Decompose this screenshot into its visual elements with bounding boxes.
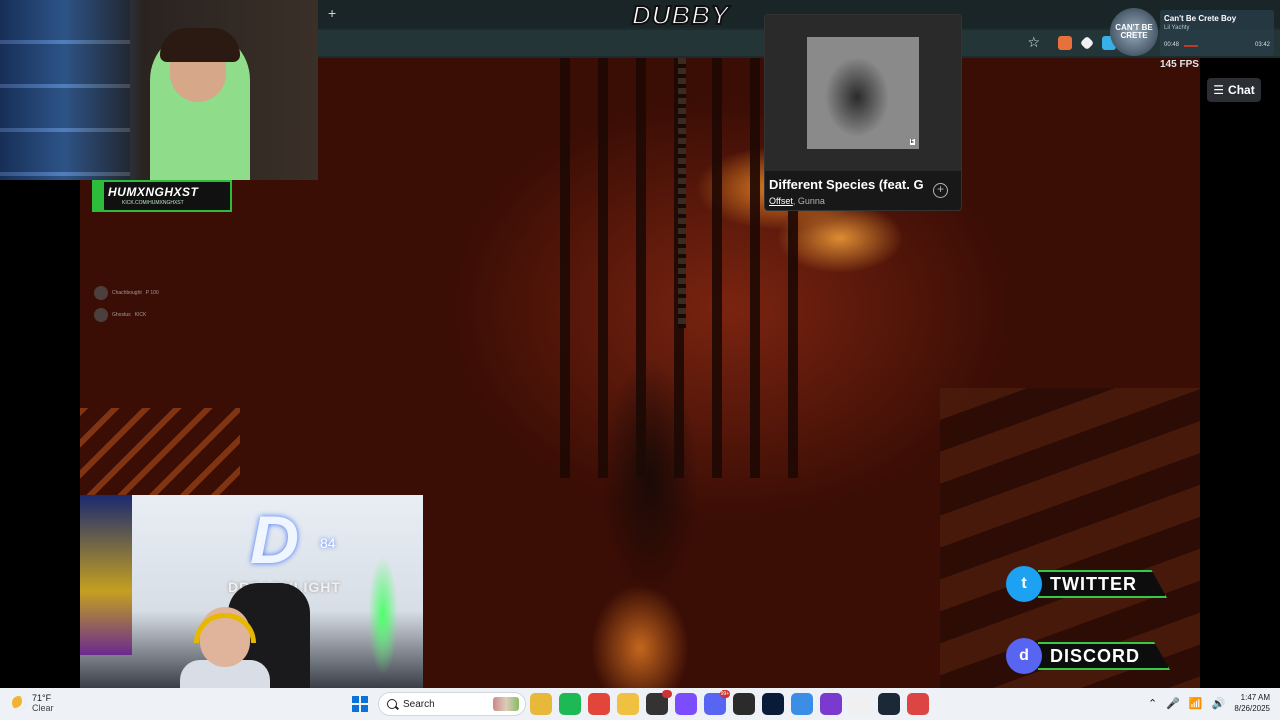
search-placeholder: Search [403,698,435,710]
total-time: 03:42 [1254,42,1270,48]
chat-message: Ghostus KICK [94,304,159,326]
search-highlight-icon [493,697,519,711]
chat-text: P 100 [145,290,159,296]
weather-widget[interactable]: 71°F Clear [12,693,54,713]
elapsed-time: 00:48 [1164,42,1180,48]
artist-link[interactable]: Offset [769,196,793,206]
search-icon [387,699,397,709]
bookmark-star-icon[interactable]: ☆ [1027,34,1040,51]
webcam-top [0,0,318,180]
hanging-chain [678,58,686,328]
song-title: Different Species (feat. G [769,177,924,192]
spotify-miniplayer[interactable]: E Different Species (feat. G Offset, Gun… [764,14,962,211]
photoshop-icon[interactable] [762,693,784,715]
now-playing-card: Can't Be Crete Boy Lil Yachty 00:48 03:4… [1160,10,1274,56]
clapper-icon[interactable] [820,693,842,715]
floor-grates [80,408,240,498]
chat-button[interactable]: ☰ Chat [1207,78,1261,102]
notification-badge [662,690,672,698]
extension-icon[interactable] [1058,35,1072,50]
explicit-badge: E [909,139,915,145]
terminal-icon[interactable] [733,693,755,715]
green-light [368,555,398,675]
notification-badge: 99+ [720,690,730,698]
clock-date: 8/26/2025 [1234,704,1270,713]
discord-banner: d DISCORD [1006,638,1181,674]
system-tray: ⌃ 🎤 📶 🔊 [1148,697,1225,710]
chat-user: Ghostus [112,312,131,318]
folder-icon[interactable] [617,693,639,715]
itunes-icon[interactable] [849,693,871,715]
twitter-icon: t [1006,566,1042,602]
fps-counter: 145 FPS [1160,59,1199,70]
weather-temp: 71°F [32,693,52,703]
album-cover-circle: CAN'T BE CRETE [1110,8,1158,56]
album-art-area: E [765,15,961,171]
artist-secondary: , Gunna [792,196,825,206]
avatar [94,286,108,300]
moon-icon [12,696,26,710]
streamer-name: HUMXNGHXST [108,185,199,199]
app-purple-icon[interactable] [675,693,697,715]
streamer-hair [160,28,240,62]
wall-poster [80,495,132,655]
chrome-icon[interactable] [588,693,610,715]
now-playing-title: Can't Be Crete Boy [1164,14,1237,23]
avatar [94,308,108,322]
progress-bar [1184,45,1199,47]
streamer-url: KICK.COM/HUMXNGHXST [122,200,184,206]
album-art: E [807,37,919,149]
nametag-accent [94,182,104,210]
stream-title: DUBBY [631,0,730,31]
discord-icon[interactable]: 99+ [704,690,730,715]
microphone-icon[interactable]: 🎤 [1166,697,1180,710]
neon-number: 84 [320,535,336,551]
steam-icon[interactable] [878,693,900,715]
discord-label: DISCORD [1038,642,1171,670]
game-character [580,308,720,638]
now-playing-artist: Lil Yachty [1164,25,1190,31]
app-red-icon[interactable] [646,690,672,715]
paint-icon[interactable] [791,693,813,715]
chat-overlay: Chachbought P 100 Ghostus KICK [94,282,159,326]
wifi-icon[interactable]: 📶 [1189,697,1203,710]
list-icon: ☰ [1213,83,1225,97]
shelf-background [0,0,130,180]
new-tab-button[interactable]: + [328,5,336,21]
twitter-label: TWITTER [1038,570,1167,598]
neon-logo: D [250,502,300,578]
twitter-banner: t TWITTER [1006,566,1181,602]
file-explorer-icon[interactable] [530,693,552,715]
taskbar-search[interactable]: Search [378,692,526,716]
extension-icon[interactable] [1079,35,1095,50]
start-button[interactable] [352,696,368,712]
spotify-icon[interactable] [559,693,581,715]
discord-icon: d [1006,638,1042,674]
show-hidden-icon[interactable]: ⌃ [1148,697,1157,710]
windows-taskbar: 71°F Clear Search 99+ ⌃ 🎤 📶 🔊 1:47 AM 8/26/… [0,688,1280,720]
chat-message: Chachbought P 100 [94,282,159,304]
song-artists: Offset, Gunna [769,196,825,206]
clock[interactable]: 1:47 AM 8/26/2025 [1224,693,1270,715]
streamer-nametag: HUMXNGHXST KICK.COM/HUMXNGHXST [92,180,232,212]
weather-condition: Clear [32,703,54,713]
chat-text: KICK [134,312,147,318]
pinned-apps: 99+ [530,690,929,715]
snip-icon[interactable] [907,693,929,715]
chat-button-label: Chat [1228,83,1255,97]
clock-time: 1:47 AM [1240,693,1270,702]
chat-user: Chachbought [112,290,142,296]
webcam-bottom: D 84 DREADNLIGHT [80,495,423,688]
add-to-library-button[interactable]: + [933,183,948,198]
